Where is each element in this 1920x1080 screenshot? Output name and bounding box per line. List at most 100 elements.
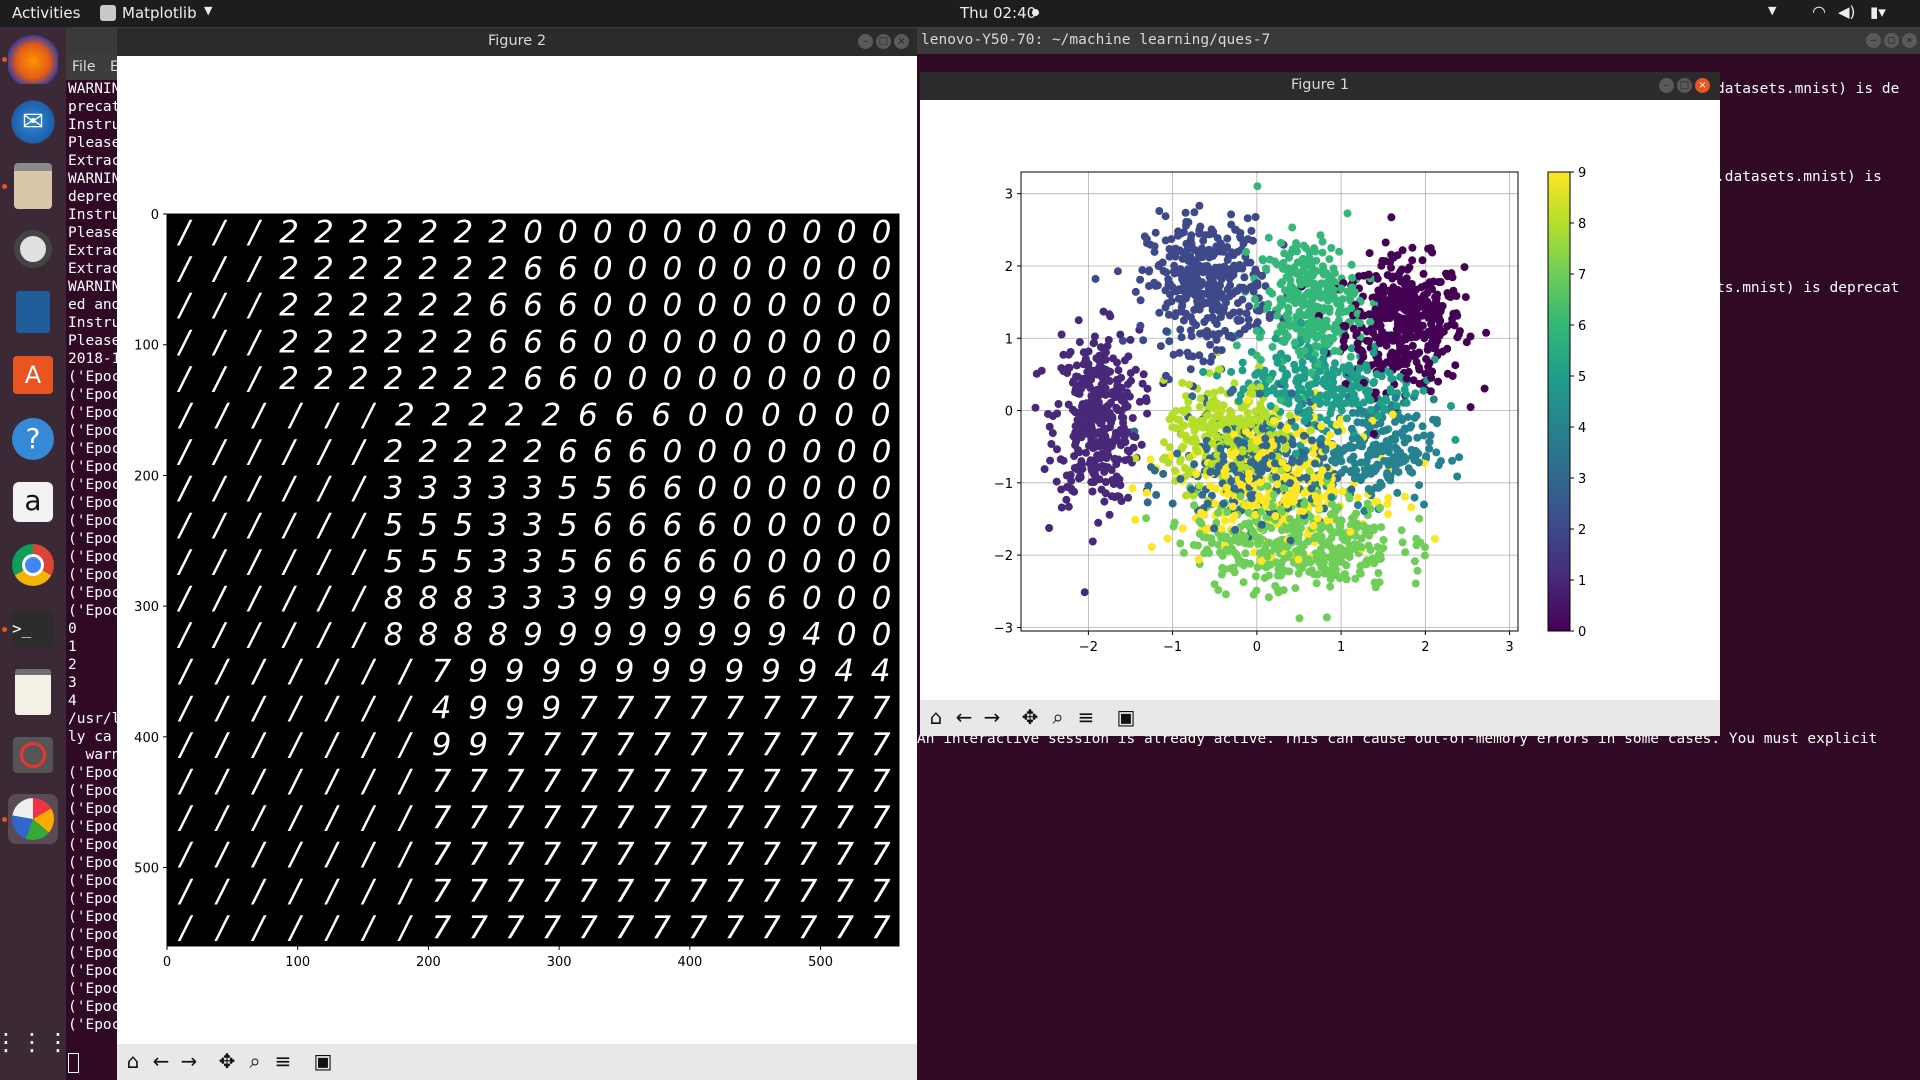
scatter-point [1176, 475, 1185, 483]
digit-cell: 0 [767, 288, 787, 324]
forward-icon[interactable]: → [177, 1049, 201, 1073]
scatter-point [1318, 267, 1327, 276]
figure1-canvas[interactable]: −2 −1 0 1 2 3 −3 −2 −1 0 1 2 3 0 1 2 3 4 5 6 7 8 9 [920, 100, 1720, 700]
digit-cell: 2 [419, 361, 439, 397]
terminal-maximize-button[interactable]: □ [1884, 33, 1899, 48]
digit-cell: 6 [663, 544, 683, 580]
figure1-minimize-button[interactable]: – [1659, 78, 1674, 93]
scatter-point [1150, 242, 1159, 251]
configure-subplots-icon[interactable]: ≡ [1074, 705, 1098, 729]
scatter-point [1228, 333, 1237, 342]
text-editor-icon[interactable] [8, 667, 58, 717]
scatter-point [1189, 259, 1198, 268]
pan-icon[interactable]: ✥ [1018, 705, 1042, 729]
scatter-point [1295, 374, 1304, 383]
configure-subplots-icon[interactable]: ≡ [271, 1049, 295, 1073]
digit-cell: 2 [488, 251, 508, 287]
digit-cell: 2 [349, 251, 369, 287]
scatter-point [1392, 325, 1401, 334]
menu-file[interactable]: File [72, 59, 95, 75]
writer-icon[interactable] [8, 287, 58, 337]
figure2-window[interactable]: Figure 2 – □ × / //2 2 2 2 2 2 2 0 0 0 0 0 0 0 0 0 0 0///2… [117, 28, 917, 1080]
blocked-app-icon[interactable] [8, 730, 58, 780]
show-applications-icon[interactable]: ⋮⋮⋮ [0, 1017, 70, 1067]
scatter-point [1330, 346, 1339, 355]
scatter-point [1460, 263, 1469, 272]
figure1-window[interactable]: Figure 1 – □ × −2 −1 0 1 2 3 −3 −2 −1 0 1 2 3 0 1 2 3 4 5 6… [920, 72, 1720, 736]
rhythmbox-icon[interactable] [8, 224, 58, 274]
help-icon[interactable]: ? [8, 414, 58, 464]
terminal-line: ('Epoc [68, 603, 121, 619]
amazon-icon[interactable]: a [8, 477, 58, 527]
scatter-point [1430, 534, 1439, 543]
figure1-close-button[interactable]: × [1695, 78, 1710, 93]
thunderbird-icon[interactable]: ✉ [8, 97, 58, 147]
files-icon[interactable] [8, 161, 58, 211]
matplotlib-icon[interactable] [8, 794, 58, 844]
scatter-point [1053, 445, 1061, 454]
digit-cell: 7 [651, 837, 671, 873]
scatter-point [1347, 260, 1356, 269]
scatter-point [1391, 430, 1400, 439]
scatter-point [1383, 500, 1392, 509]
chevron-down-icon[interactable]: ▼ [204, 4, 212, 17]
home-icon[interactable]: ⌂ [121, 1049, 145, 1073]
digit-cell: 2 [314, 324, 334, 360]
figure1-titlebar[interactable]: Figure 1 – □ × [920, 72, 1720, 100]
save-icon[interactable]: ▣ [1114, 705, 1138, 729]
digit-cell: 6 [523, 324, 543, 360]
digit-cell: 0 [872, 471, 892, 507]
firefox-icon[interactable] [8, 34, 58, 84]
scatter-point [1096, 354, 1105, 363]
scatter-point [1345, 294, 1354, 303]
scatter-point [1377, 523, 1386, 532]
zoom-icon[interactable]: ⌕ [1046, 705, 1070, 729]
scatter-point [1166, 290, 1175, 299]
scatter-point [1230, 484, 1239, 493]
scatter-point [1269, 490, 1278, 499]
scatter-point [1115, 475, 1124, 484]
app-menu[interactable]: Matplotlib [122, 4, 197, 22]
chevron-down-icon[interactable]: ▼ [1768, 4, 1776, 17]
scatter-point [1291, 584, 1300, 593]
chrome-icon[interactable] [8, 540, 58, 590]
figure1-maximize-button[interactable]: □ [1677, 78, 1692, 93]
back-icon[interactable]: ← [149, 1049, 173, 1073]
scatter-point [1068, 486, 1077, 495]
scatter-point [1101, 489, 1110, 498]
figure2-titlebar[interactable]: Figure 2 – □ × [117, 28, 917, 56]
scatter-point [1305, 567, 1314, 576]
software-center-icon[interactable]: A [8, 350, 58, 400]
zoom-icon[interactable]: ⌕ [243, 1049, 267, 1073]
scatter-point [1206, 481, 1215, 490]
digit-cell: 2 [349, 324, 369, 360]
digit-cell: 2 [468, 398, 488, 434]
scatter-point [1162, 327, 1171, 336]
figure2-maximize-button[interactable]: □ [876, 34, 891, 49]
battery-icon[interactable]: ▮▾ [1870, 3, 1886, 21]
forward-icon[interactable]: → [980, 705, 1004, 729]
terminal-icon[interactable]: >_ [8, 604, 58, 654]
pan-icon[interactable]: ✥ [215, 1049, 239, 1073]
activities-button[interactable]: Activities [12, 4, 80, 22]
digit-cell: 7 [432, 764, 452, 800]
figure2-minimize-button[interactable]: – [858, 34, 873, 49]
terminal-minimize-button[interactable]: – [1866, 33, 1881, 48]
digit-cell: 9 [432, 727, 452, 763]
scatter-point [1313, 570, 1322, 579]
terminal-close-button[interactable]: × [1902, 33, 1917, 48]
wifi-icon[interactable]: ◠ [1812, 2, 1826, 21]
save-icon[interactable]: ▣ [311, 1049, 335, 1073]
digit-cell: 5 [558, 507, 578, 543]
scatter-point [1091, 443, 1099, 452]
volume-icon[interactable]: ◀) [1838, 3, 1855, 21]
scatter-point [1138, 266, 1147, 275]
back-icon[interactable]: ← [952, 705, 976, 729]
figure2-canvas[interactable]: / //2 2 2 2 2 2 2 0 0 0 0 0 0 0 0 0 0 0///2 2 2 2 2 2 2 6 6 0 0 0 0 0 0 0… [117, 56, 917, 1044]
figure2-close-button[interactable]: × [894, 34, 909, 49]
home-icon[interactable]: ⌂ [924, 705, 948, 729]
digit-cell: 2 [419, 251, 439, 287]
clock[interactable]: Thu 02:40 [960, 4, 1036, 22]
scatter-point [1195, 201, 1204, 210]
scatter-point [1230, 379, 1239, 388]
